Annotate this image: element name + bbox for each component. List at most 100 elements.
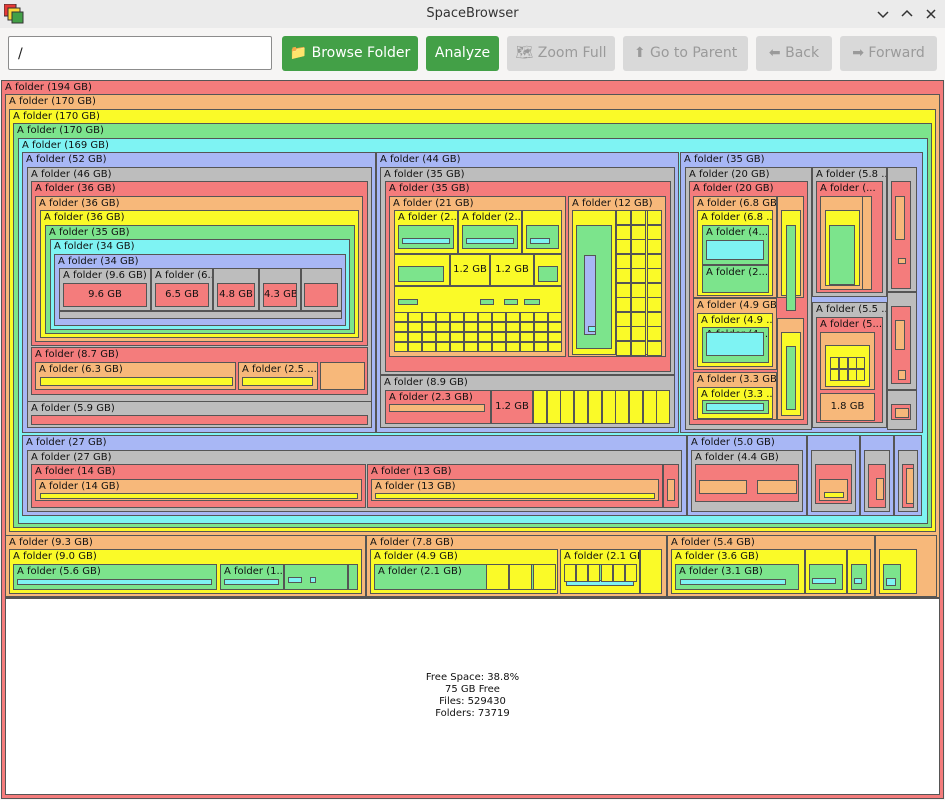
folder-tile[interactable] (548, 332, 562, 342)
folder-tile[interactable] (576, 564, 588, 582)
folder-tile[interactable] (450, 312, 464, 322)
folder-tile[interactable] (506, 312, 520, 322)
folder-tile[interactable] (616, 312, 631, 327)
folder-tile[interactable] (436, 342, 450, 352)
folder-tile[interactable] (533, 390, 547, 424)
folder-tile[interactable] (602, 390, 616, 424)
folder-tile[interactable] (647, 283, 662, 298)
go-to-parent-button[interactable]: ⬆ Go to Parent (623, 36, 748, 71)
folder-tile[interactable] (509, 564, 532, 590)
folder-tile[interactable] (534, 312, 548, 322)
folder-tile[interactable] (394, 342, 408, 352)
folder-tile[interactable] (906, 468, 914, 504)
folder-tile[interactable] (492, 322, 506, 332)
folder-tile[interactable] (647, 210, 662, 225)
folder-tile[interactable] (520, 312, 534, 322)
folder-tile[interactable] (450, 322, 464, 332)
folder-tile[interactable]: 1.2 GB (490, 254, 534, 286)
folder-tile[interactable] (680, 579, 786, 585)
folder-tile[interactable] (809, 564, 843, 590)
folder-tile[interactable] (466, 238, 514, 244)
folder-tile[interactable] (647, 326, 662, 341)
folder-tile[interactable] (524, 299, 540, 305)
folder-tile[interactable] (876, 478, 884, 500)
folder-tile[interactable] (389, 404, 485, 412)
folder-tile[interactable] (548, 322, 562, 332)
folder-tile[interactable]: A folder (5.6 GB) (13, 564, 217, 590)
folder-tile[interactable] (526, 225, 559, 249)
folder-tile[interactable] (656, 390, 670, 424)
folder-tile[interactable] (616, 225, 631, 240)
folder-tile[interactable] (436, 332, 450, 342)
folder-tile[interactable] (478, 322, 492, 332)
folder-tile[interactable] (478, 312, 492, 322)
chevron-down-icon[interactable] (874, 5, 892, 23)
folder-tile[interactable] (288, 577, 302, 583)
folder-tile[interactable]: 4.3 GB (263, 283, 297, 307)
folder-tile[interactable] (616, 254, 631, 269)
folder-tile[interactable] (667, 479, 675, 501)
folder-tile[interactable] (856, 369, 865, 381)
folder-tile[interactable] (534, 322, 548, 332)
folder-tile[interactable] (394, 332, 408, 342)
folder-tile[interactable] (625, 564, 637, 582)
folder-tile[interactable] (478, 332, 492, 342)
folder-tile[interactable] (830, 357, 839, 369)
folder-tile[interactable] (631, 210, 646, 225)
folder-tile[interactable] (436, 312, 450, 322)
folder-tile[interactable] (895, 408, 909, 418)
folder-tile[interactable] (895, 320, 905, 350)
folder-tile[interactable] (616, 210, 631, 225)
folder-tile[interactable] (631, 297, 646, 312)
folder-tile[interactable] (547, 390, 561, 424)
folder-tile[interactable] (588, 390, 602, 424)
folder-tile[interactable] (560, 390, 574, 424)
folder-tile[interactable] (408, 342, 422, 352)
folder-tile[interactable] (398, 225, 454, 249)
folder-tile[interactable] (631, 254, 646, 269)
folder-tile[interactable] (584, 255, 596, 335)
folder-tile[interactable] (640, 549, 662, 594)
folder-tile[interactable] (422, 312, 436, 322)
folder-tile[interactable] (31, 415, 368, 425)
folder-tile[interactable] (408, 322, 422, 332)
folder-tile[interactable] (450, 342, 464, 352)
folder-tile[interactable] (786, 346, 796, 410)
folder-tile[interactable]: A folder (1... (220, 564, 284, 590)
folder-tile[interactable] (647, 225, 662, 240)
folder-tile[interactable] (647, 239, 662, 254)
folder-tile[interactable] (520, 322, 534, 332)
folder-tile[interactable] (647, 341, 662, 356)
folder-tile[interactable] (40, 493, 358, 499)
folder-tile[interactable] (588, 564, 600, 582)
folder-tile[interactable] (375, 493, 655, 499)
folder-tile[interactable] (492, 342, 506, 352)
close-icon[interactable] (922, 5, 940, 23)
folder-tile[interactable] (616, 239, 631, 254)
folder-tile[interactable] (462, 225, 518, 249)
folder-tile[interactable] (242, 377, 313, 386)
zoom-full-button[interactable]: 🗺 Zoom Full (507, 36, 615, 71)
folder-tile[interactable] (59, 311, 342, 319)
folder-tile[interactable] (898, 370, 906, 380)
folder-tile[interactable] (615, 390, 629, 424)
folder-tile[interactable] (616, 283, 631, 298)
folder-tile[interactable] (310, 577, 316, 583)
folder-tile[interactable] (402, 238, 450, 244)
folder-tile[interactable] (862, 196, 872, 290)
folder-tile[interactable] (706, 403, 764, 411)
folder-tile[interactable] (450, 332, 464, 342)
folder-tile[interactable] (647, 268, 662, 283)
folder-tile[interactable] (631, 268, 646, 283)
folder-tile[interactable] (40, 377, 233, 386)
folder-tile[interactable] (574, 390, 588, 424)
folder-tile[interactable] (883, 564, 901, 590)
back-button[interactable]: ⬅ Back (756, 36, 832, 71)
folder-tile[interactable] (829, 225, 855, 285)
folder-tile[interactable] (408, 332, 422, 342)
folder-tile[interactable] (398, 299, 418, 305)
folder-tile[interactable] (616, 326, 631, 341)
folder-tile[interactable] (533, 564, 556, 590)
folder-tile[interactable] (394, 322, 408, 332)
folder-tile[interactable] (520, 342, 534, 352)
